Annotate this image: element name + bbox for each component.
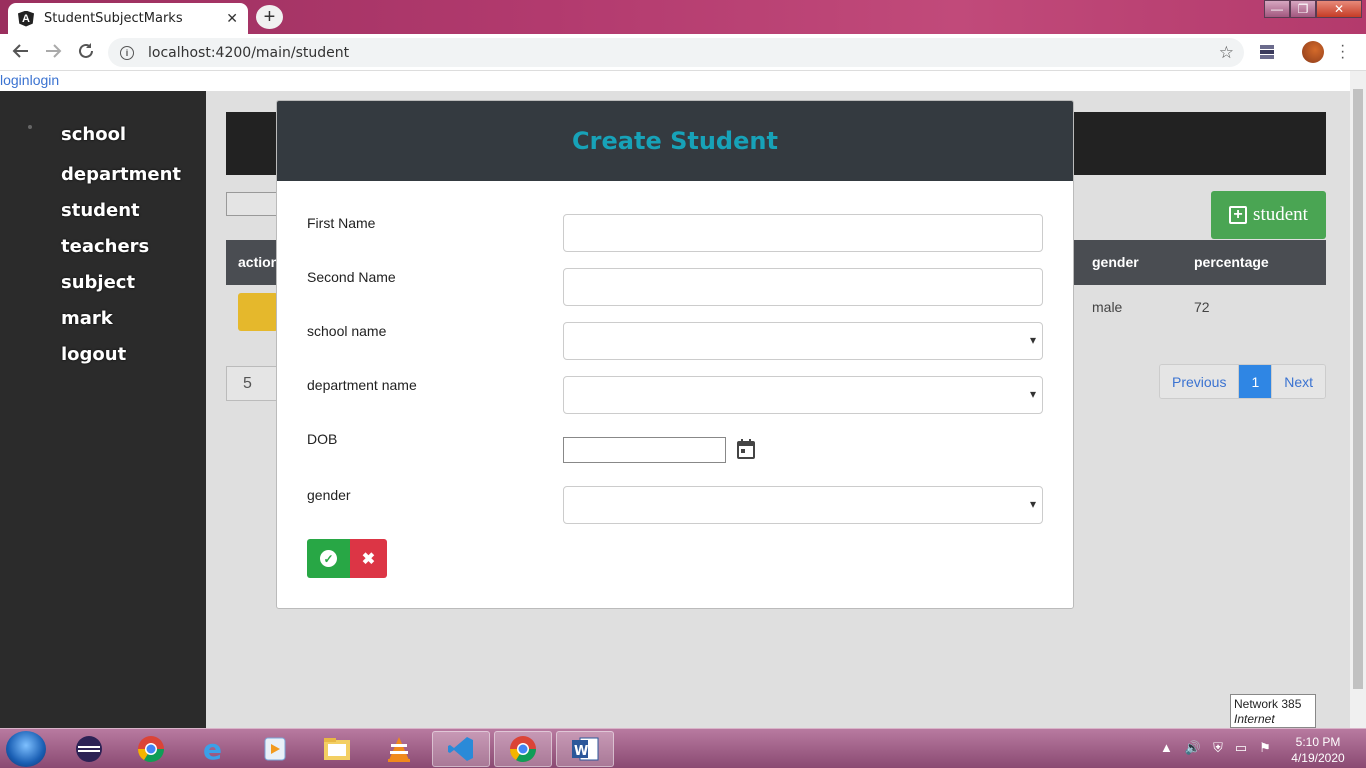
sidebar-item-mark[interactable]: mark [61, 308, 113, 329]
windows-taskbar: e W ▲ 🔊 ⛨ ▭ ⚑ 5:10 PM 4/19/2020 [0, 728, 1366, 768]
department-name-label: department name [307, 377, 417, 393]
chrome-icon[interactable] [122, 731, 180, 767]
tray-expand-icon[interactable]: ▲ [1160, 740, 1173, 756]
svg-text:e: e [203, 734, 222, 764]
browser-tab-strip: A StudentSubjectMarks ✕ + — ❐ ✕ [0, 0, 1366, 34]
browser-menu-icon[interactable]: · · · [1340, 38, 1345, 66]
login-link[interactable]: loginlogin [0, 71, 1350, 91]
action-center-flag-icon[interactable]: ⚑ [1259, 740, 1271, 756]
sidebar-item-student[interactable]: student [61, 200, 140, 221]
calendar-icon[interactable] [737, 439, 755, 459]
check-circle-icon: ✓ [320, 550, 337, 567]
forward-arrow-icon[interactable] [44, 42, 62, 65]
sidebar-item-department[interactable]: department [61, 164, 181, 185]
school-name-select[interactable] [563, 322, 1043, 360]
add-student-label: student [1253, 204, 1308, 225]
modal-header: Create Student [277, 101, 1073, 181]
page-scrollbar[interactable] [1350, 71, 1366, 728]
minimize-button[interactable]: — [1264, 0, 1290, 18]
angular-icon: A [18, 10, 34, 27]
address-bar[interactable]: i localhost:4200/main/student ☆ [108, 38, 1244, 67]
gender-label: gender [307, 487, 351, 503]
dob-label: DOB [307, 431, 338, 447]
sidebar-item-logout[interactable]: logout [61, 344, 126, 365]
second-name-input[interactable] [563, 268, 1043, 306]
plus-square-icon: + [1229, 206, 1248, 224]
pagination-page-1[interactable]: 1 [1239, 365, 1272, 398]
sidebar-bullet [28, 125, 32, 129]
save-button[interactable]: ✓ [307, 539, 350, 578]
column-header-action[interactable]: action [238, 254, 279, 270]
pagination-previous[interactable]: Previous [1160, 365, 1240, 398]
media-player-icon[interactable] [246, 731, 304, 767]
add-student-button[interactable]: + student [1211, 191, 1326, 239]
new-tab-button[interactable]: + [256, 5, 283, 29]
svg-text:W: W [574, 744, 588, 759]
edit-button[interactable] [238, 293, 278, 331]
column-header-percentage[interactable]: percentage [1194, 254, 1269, 270]
dob-input[interactable] [563, 437, 726, 463]
bookmark-star-icon[interactable]: ☆ [1219, 43, 1234, 63]
tab-title: StudentSubjectMarks [44, 11, 183, 26]
back-arrow-icon[interactable] [12, 42, 30, 65]
volume-icon[interactable]: 🔊 [1185, 740, 1201, 756]
file-explorer-icon[interactable] [308, 731, 366, 767]
cell-gender: male [1092, 299, 1123, 315]
url-text: localhost:4200/main/student [148, 44, 350, 61]
extension-icon[interactable] [1258, 43, 1276, 61]
reload-icon[interactable] [77, 42, 95, 65]
taskbar-clock[interactable]: 5:10 PM 4/19/2020 [1286, 734, 1350, 766]
tab-close-icon[interactable]: ✕ [226, 10, 238, 27]
vlc-icon[interactable] [370, 731, 428, 767]
create-student-modal: Create Student First Name Second Name sc… [276, 100, 1074, 609]
sidebar-item-subject[interactable]: subject [61, 272, 135, 293]
eclipse-icon[interactable] [60, 731, 118, 767]
gender-select[interactable] [563, 486, 1043, 524]
sidebar: school department student teachers subje… [0, 91, 206, 728]
clock-date: 4/19/2020 [1291, 751, 1345, 765]
cancel-button[interactable]: ✖ [350, 539, 387, 578]
start-button[interactable] [6, 731, 46, 767]
sidebar-item-school[interactable]: school [61, 124, 126, 145]
cell-percentage: 72 [1194, 299, 1210, 315]
modal-title: Create Student [572, 127, 778, 155]
system-tray: ▲ 🔊 ⛨ ▭ ⚑ [1160, 740, 1271, 756]
site-info-icon[interactable]: i [120, 45, 134, 60]
close-icon: ✖ [361, 550, 376, 568]
tooltip-network-line: Network 385 [1234, 697, 1302, 711]
profile-avatar-icon[interactable] [1302, 41, 1324, 63]
window-controls: — ❐ ✕ [1264, 0, 1362, 18]
pagination: Previous 1 Next [1159, 364, 1327, 399]
clock-time: 5:10 PM [1295, 735, 1341, 749]
scrollbar-thumb[interactable] [1353, 89, 1363, 689]
security-icon[interactable]: ⛨ [1213, 740, 1223, 756]
first-name-input[interactable] [563, 214, 1043, 252]
network-tooltip: Network 385 Internet access [1230, 694, 1316, 741]
sidebar-item-teachers[interactable]: teachers [61, 236, 149, 257]
browser-toolbar: i localhost:4200/main/student ☆ [0, 34, 1366, 71]
word-icon[interactable]: W [556, 731, 614, 767]
browser-tab[interactable]: A StudentSubjectMarks ✕ [8, 3, 248, 34]
window-close-button[interactable]: ✕ [1316, 0, 1362, 18]
network-icon[interactable]: ▭ [1235, 740, 1247, 756]
second-name-label: Second Name [307, 269, 396, 285]
school-name-label: school name [307, 323, 387, 339]
column-header-gender[interactable]: gender [1092, 254, 1139, 270]
maximize-button[interactable]: ❐ [1290, 0, 1316, 18]
chrome-active-icon[interactable] [494, 731, 552, 767]
pagination-next[interactable]: Next [1271, 365, 1326, 398]
department-name-select[interactable] [563, 376, 1043, 414]
internet-explorer-icon[interactable]: e [184, 731, 242, 767]
first-name-label: First Name [307, 215, 376, 231]
vscode-icon[interactable] [432, 731, 490, 767]
page-size-select[interactable]: 5 [226, 366, 281, 401]
